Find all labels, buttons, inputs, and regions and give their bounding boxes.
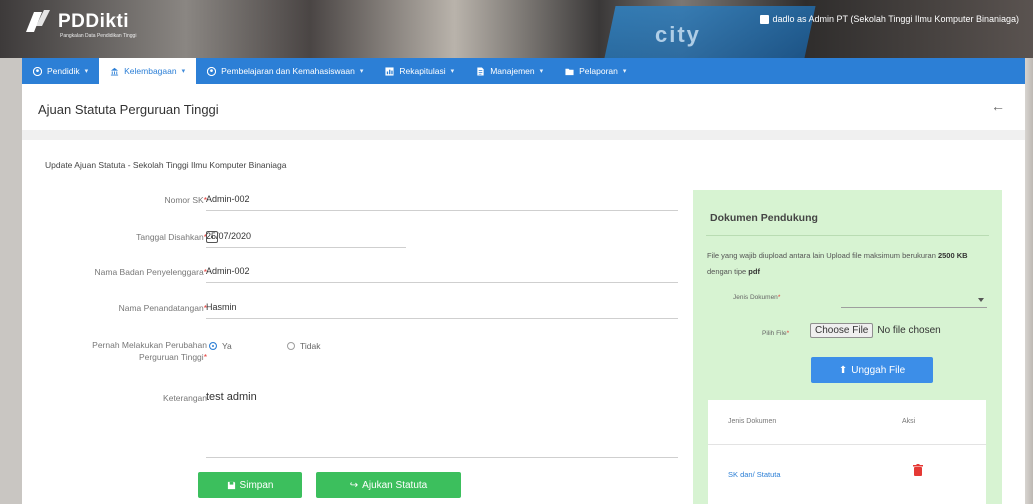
- nav-label: Pendidik: [47, 66, 80, 76]
- table-header-jenis: Jenis Dokumen: [728, 418, 777, 425]
- nav-item-pendidik[interactable]: Pendidik ▾: [22, 58, 99, 84]
- choose-file-button[interactable]: Choose File: [810, 323, 874, 338]
- page-title: Ajuan Statuta Perguruan Tinggi: [38, 102, 219, 117]
- main-content: Ajuan Statuta Perguruan Tinggi ← Update …: [22, 84, 1025, 504]
- tanggal-label: Tanggal Disahkan*: [136, 232, 207, 242]
- user-circle-icon: [207, 66, 217, 76]
- penandatangan-field[interactable]: Hasmin: [206, 300, 678, 319]
- user-label: dadlo as Admin PT (Sekolah Tinggi Ilmu K…: [772, 14, 1019, 24]
- supporting-documents-panel: Dokumen Pendukung File yang wajib diuplo…: [693, 190, 1002, 504]
- nav-item-manajemen[interactable]: Manajemen ▾: [465, 58, 554, 84]
- jenis-dokumen-label: Jenis Dokumen*: [733, 294, 781, 301]
- radio-tidak[interactable]: Tidak: [287, 341, 320, 351]
- nav-label: Pelaporan: [579, 66, 618, 76]
- divider: [706, 235, 989, 236]
- submit-statuta-button[interactable]: ↪ Ajukan Statuta: [316, 472, 461, 498]
- document-link[interactable]: SK dan/ Statuta: [728, 470, 781, 479]
- chevron-down-icon: ▾: [539, 68, 544, 75]
- table-header-aksi: Aksi: [902, 418, 916, 425]
- user-menu[interactable]: dadlo as Admin PT (Sekolah Tinggi Ilmu K…: [759, 14, 1019, 24]
- share-arrow-icon: ↪: [349, 479, 359, 491]
- institution-icon: [111, 67, 119, 76]
- brand-name: PDDikti: [58, 11, 130, 32]
- nav-label: Rekapitulasi: [399, 66, 446, 76]
- pddikti-logo-icon: [26, 10, 50, 32]
- chart-icon: [385, 66, 394, 76]
- file-chooser: Choose File No file chosen: [810, 323, 941, 338]
- keterangan-textarea[interactable]: test admin: [206, 389, 678, 458]
- background-edge: [1025, 58, 1033, 504]
- divider: [22, 130, 1025, 140]
- tanggal-field[interactable]: 25/07/2020: [206, 229, 406, 248]
- brand-tagline: Pangkalan Data Pendidikan Tinggi: [60, 33, 137, 39]
- upload-file-button[interactable]: ⬆ Unggah File: [811, 357, 933, 383]
- calendar-icon[interactable]: [206, 231, 218, 243]
- trash-icon[interactable]: [913, 464, 923, 476]
- user-icon: [759, 14, 769, 24]
- chevron-down-icon: ▾: [622, 68, 627, 75]
- background-word: city: [655, 22, 701, 47]
- folder-icon: [565, 68, 574, 75]
- brand-logo[interactable]: PDDikti Pangkalan Data Pendidikan Tinggi: [22, 6, 136, 39]
- badan-field[interactable]: Admin-002: [206, 264, 678, 283]
- no-file-text: No file chosen: [877, 325, 941, 336]
- save-label: Simpan: [239, 479, 274, 491]
- panel-title: Dokumen Pendukung: [710, 212, 818, 224]
- nav-item-pembelajaran[interactable]: Pembelajaran dan Kemahasiswaan ▾: [196, 58, 374, 84]
- upload-info: File yang wajib diupload antara lain Upl…: [707, 251, 968, 276]
- chevron-down-icon: ▾: [84, 68, 89, 75]
- main-nav: Pendidik ▾ Kelembagaan ▾ Pembelajaran dan …: [22, 58, 1025, 84]
- submit-label: Ajukan Statuta: [362, 479, 428, 491]
- radio-selected-icon: [209, 342, 217, 350]
- nomor-sk-label: Nomor SK*: [164, 195, 207, 205]
- pilih-file-label: Pilih File*: [762, 330, 790, 337]
- nav-label: Kelembagaan: [124, 66, 177, 76]
- user-circle-icon: [33, 66, 42, 76]
- table-divider: [708, 444, 986, 445]
- nomor-sk-field[interactable]: Admin-002: [206, 192, 678, 211]
- floppy-disk-icon: [227, 481, 235, 489]
- save-button[interactable]: Simpan: [198, 472, 302, 498]
- upload-label: Unggah File: [851, 364, 906, 376]
- radio-unselected-icon: [287, 342, 295, 350]
- back-arrow-icon[interactable]: ←: [991, 98, 1005, 114]
- jenis-dokumen-select[interactable]: [841, 291, 987, 308]
- nav-item-rekapitulasi[interactable]: Rekapitulasi ▾: [374, 58, 465, 84]
- upload-arrow-icon: ⬆: [838, 364, 848, 376]
- header-banner: city PDDikti Pangkalan Data Pendidikan T…: [0, 0, 1033, 58]
- form-subtitle: Update Ajuan Statuta - Sekolah Tinggi Il…: [45, 160, 287, 170]
- chevron-down-icon: ▾: [359, 68, 364, 75]
- penandatangan-label: Nama Penandatangan*: [118, 303, 207, 313]
- chevron-down-icon: ▾: [450, 68, 455, 75]
- nav-item-kelembagaan[interactable]: Kelembagaan ▾: [99, 58, 197, 84]
- keterangan-label: Keterangan: [163, 393, 207, 403]
- nav-label: Manajemen: [490, 66, 535, 76]
- perubahan-label: Pernah Melakukan Perubahan Perguruan Ting…: [92, 340, 207, 362]
- document-icon: [477, 66, 484, 76]
- chevron-down-icon: ▾: [181, 68, 186, 75]
- nav-label: Pembelajaran dan Kemahasiswaan: [221, 66, 355, 76]
- badan-label: Nama Badan Penyelenggara*: [94, 267, 207, 277]
- nav-item-pelaporan[interactable]: Pelaporan ▾: [554, 58, 637, 84]
- radio-ya[interactable]: Ya: [209, 341, 232, 351]
- documents-table: Jenis Dokumen Aksi SK dan/ Statuta: [708, 400, 986, 504]
